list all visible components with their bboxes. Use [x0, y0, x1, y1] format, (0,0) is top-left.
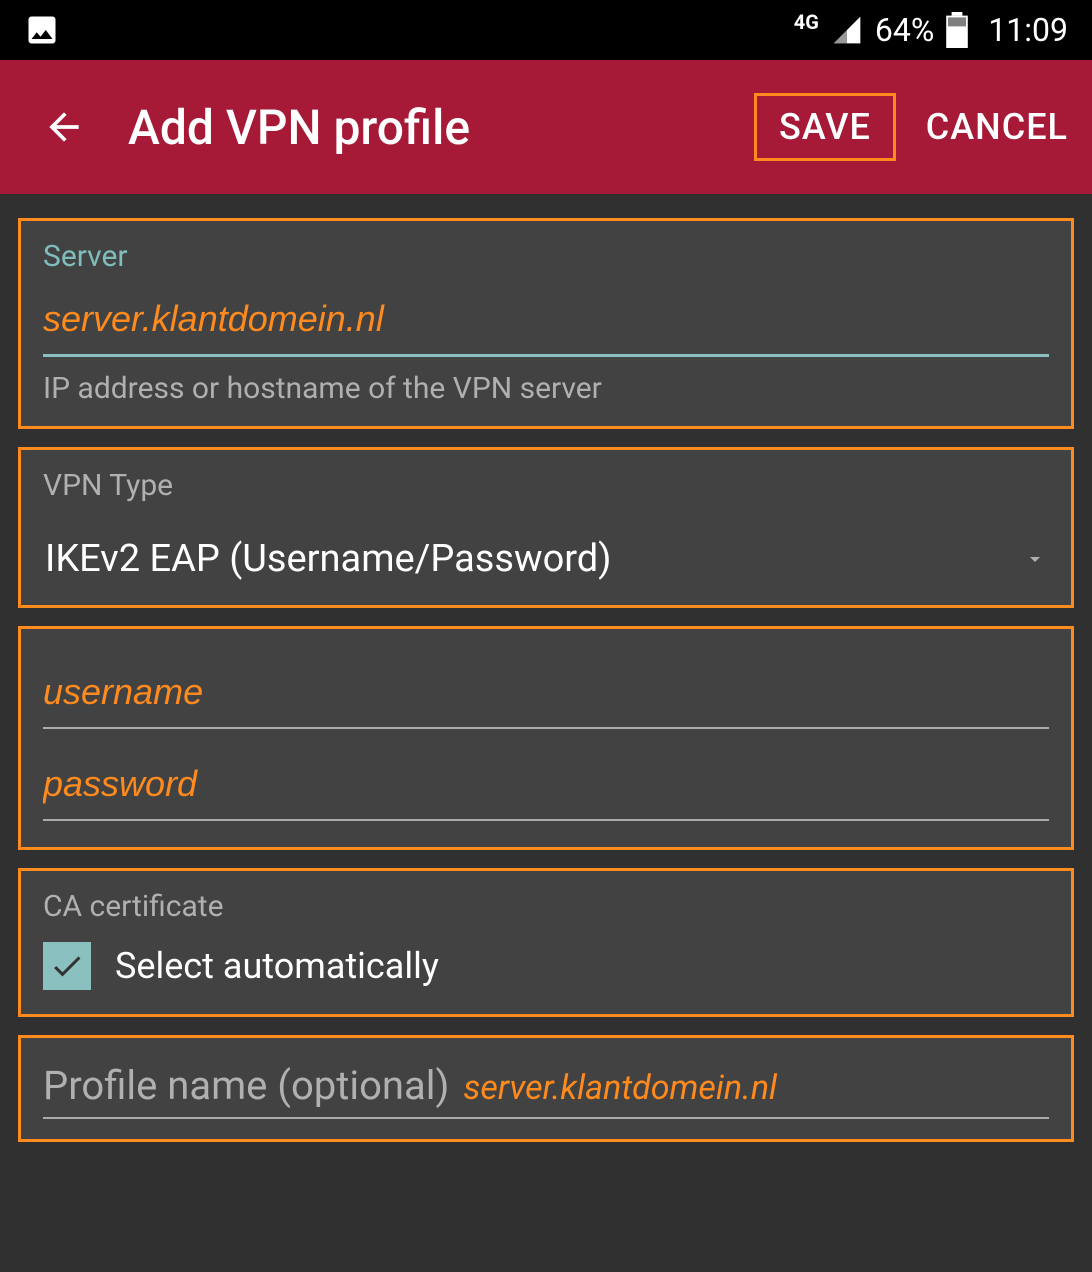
- arrow-back-icon: [42, 105, 86, 149]
- vpn-type-label: VPN Type: [43, 468, 1049, 503]
- save-button[interactable]: SAVE: [754, 93, 896, 161]
- ca-certificate-section: CA certificate Select automatically: [18, 868, 1074, 1017]
- server-label: Server: [43, 239, 1049, 274]
- server-section: Server IP address or hostname of the VPN…: [18, 218, 1074, 429]
- vpn-type-value: IKEv2 EAP (Username/Password): [45, 537, 1023, 581]
- form-content: Server IP address or hostname of the VPN…: [0, 194, 1092, 1166]
- status-bar: 4G 64% 11:09: [0, 0, 1092, 60]
- battery-percent-label: 64%: [875, 11, 934, 49]
- chevron-down-icon: [1023, 537, 1047, 581]
- select-automatically-checkbox[interactable]: [43, 942, 91, 990]
- profile-name-label: Profile name (optional): [43, 1062, 449, 1109]
- profile-name-section: Profile name (optional) server.klantdome…: [18, 1035, 1074, 1142]
- image-icon: [24, 12, 60, 48]
- profile-name-value: server.klantdomein.nl: [463, 1068, 1049, 1108]
- credentials-section: [18, 626, 1074, 850]
- clock-label: 11:09: [988, 11, 1068, 49]
- network-type-label: 4G: [794, 10, 819, 34]
- vpn-type-dropdown[interactable]: IKEv2 EAP (Username/Password): [43, 521, 1049, 585]
- page-title: Add VPN profile: [128, 99, 754, 156]
- username-input[interactable]: [43, 665, 1049, 729]
- server-input[interactable]: [43, 292, 1049, 357]
- check-icon: [49, 948, 85, 984]
- select-automatically-label: Select automatically: [115, 945, 439, 987]
- back-button[interactable]: [40, 103, 88, 151]
- profile-name-input[interactable]: Profile name (optional) server.klantdome…: [43, 1056, 1049, 1119]
- password-input[interactable]: [43, 757, 1049, 821]
- cancel-button[interactable]: CANCEL: [926, 106, 1068, 148]
- server-helper-text: IP address or hostname of the VPN server: [43, 371, 1049, 406]
- battery-icon: [946, 12, 968, 48]
- ca-certificate-label: CA certificate: [43, 889, 1049, 924]
- signal-icon: [831, 14, 863, 46]
- vpn-type-section: VPN Type IKEv2 EAP (Username/Password): [18, 447, 1074, 608]
- app-bar: Add VPN profile SAVE CANCEL: [0, 60, 1092, 194]
